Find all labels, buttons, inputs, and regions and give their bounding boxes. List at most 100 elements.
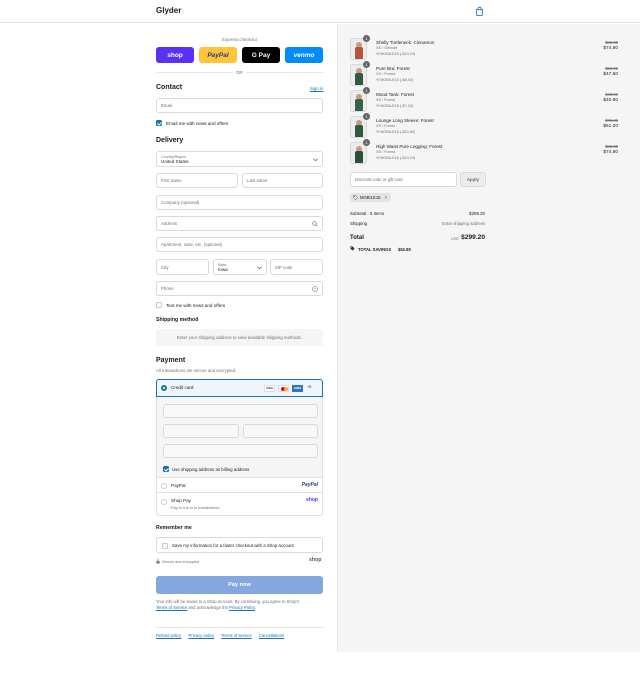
city-placeholder: City	[161, 264, 169, 270]
discount-code-input[interactable]: Discount code or gift card	[350, 172, 457, 187]
quantity-badge: 1	[363, 87, 370, 94]
product-variant: XS / Forest	[376, 98, 395, 102]
payment-heading: Payment	[156, 357, 186, 364]
footer-links: Refund policy Privacy policy Terms of se…	[156, 633, 290, 638]
phone-input[interactable]: Phone ?	[156, 281, 323, 296]
credit-card-option[interactable]: Credit card VISA AMEX +5	[156, 379, 323, 397]
search-icon	[312, 221, 318, 227]
terms-link[interactable]: Terms of Service	[156, 605, 187, 610]
paypal-option[interactable]: PayPal PayPal	[156, 477, 323, 493]
chevron-down-icon	[313, 158, 318, 162]
savings-tag-icon	[350, 246, 355, 251]
terms-of-service-link[interactable]: Terms of service	[221, 633, 251, 638]
legal-middle: and acknowledge the	[188, 605, 228, 611]
legal-notice: Your info will be saved to a Shop accoun…	[156, 599, 323, 612]
shop-pay-option[interactable]: Shop Pay Pay in full or in installments …	[156, 493, 323, 516]
help-icon[interactable]: ?	[312, 286, 318, 292]
state-select[interactable]: State Iowa	[213, 259, 267, 275]
phone-placeholder: Phone	[161, 286, 174, 291]
discounted-price: $74.80	[603, 150, 618, 155]
shop-pay-subtitle: Pay in full or in installments	[171, 505, 220, 510]
first-name-input[interactable]: First name	[156, 173, 238, 188]
subtotal-value: $299.20	[469, 211, 485, 216]
company-placeholder: Company (optional)	[161, 200, 200, 205]
address-placeholder: Address	[161, 221, 178, 226]
google-pay-button[interactable]: G Pay	[242, 47, 280, 63]
news-checkbox[interactable]	[156, 120, 162, 126]
discounted-price: $61.20	[603, 124, 618, 129]
delivery-heading: Delivery	[156, 137, 184, 144]
text-offers-checkbox[interactable]	[156, 302, 162, 308]
company-input[interactable]: Company (optional)	[156, 195, 323, 210]
sign-in-link[interactable]: Sign in	[310, 86, 323, 91]
paypal-logo: PayPal	[301, 482, 318, 488]
currency-label: USD	[451, 236, 459, 241]
brand-logo[interactable]: Glyder	[156, 6, 181, 15]
shop-pay-button[interactable]: shop	[156, 47, 194, 63]
apply-button[interactable]: Apply	[460, 172, 486, 187]
discounted-price: $47.60	[603, 72, 618, 77]
name-on-card-input[interactable]	[163, 444, 318, 458]
legal-end: .	[254, 605, 257, 611]
site-header: Glyder	[0, 0, 640, 23]
order-summary: 1 Shelly Turtleneck: Cinnamon XS / Gelinde…	[337, 24, 640, 652]
original-price: $88.00	[605, 40, 618, 45]
shipping-method-heading: Shipping method	[156, 317, 199, 323]
venmo-button[interactable]: venmo	[285, 47, 323, 63]
order-item: 1 High Waist Pure Legging: Forest XS / For…	[350, 139, 630, 166]
email-placeholder: Email	[161, 103, 172, 108]
credit-card-radio[interactable]	[161, 385, 167, 391]
email-input[interactable]: Email	[156, 98, 323, 113]
mastercard-icon	[278, 384, 289, 392]
order-item: 1 Pure Bra: Forest XS / Forest ⟲ MOBILE15 (…	[350, 61, 630, 88]
pay-now-button[interactable]: Pay now	[156, 576, 323, 594]
product-variant: XS / Forest	[376, 150, 395, 154]
product-variant: XS / Forest	[376, 72, 395, 76]
cancellations-link[interactable]: Cancellations	[259, 633, 284, 638]
last-name-input[interactable]: Last name	[242, 173, 323, 188]
shipping-method-notice: Enter your shipping address to view avai…	[156, 329, 323, 346]
total-label: Total	[350, 235, 364, 241]
privacy-policy-link[interactable]: Privacy policy	[189, 633, 215, 638]
privacy-link[interactable]: Privacy Policy	[229, 605, 255, 610]
expiration-input[interactable]	[163, 424, 239, 438]
security-code-input[interactable]	[243, 424, 318, 438]
zip-placeholder: ZIP code	[275, 264, 293, 270]
billing-address-checkbox[interactable]	[163, 466, 169, 472]
state-value: Iowa	[218, 266, 228, 272]
remember-me-box[interactable]: Save my information for a faster checkou…	[156, 537, 323, 553]
paypal-button[interactable]: PayPal	[199, 47, 237, 63]
product-variant: XS / Forest	[376, 124, 395, 128]
product-discount: ⟲ MOBILE15 (-$13.20)	[376, 156, 416, 160]
credit-card-label: Credit card	[171, 385, 194, 390]
city-input[interactable]: City	[156, 259, 209, 275]
country-select[interactable]: Country/Region United States	[156, 151, 323, 167]
shop-pay-radio[interactable]	[161, 499, 167, 505]
discount-code-label: MOBILE15	[360, 195, 381, 200]
remove-discount-icon[interactable]: ×	[384, 195, 387, 200]
refund-policy-link[interactable]: Refund policy	[156, 633, 181, 638]
paypal-radio[interactable]	[161, 482, 167, 489]
express-checkout-label: Express checkout	[222, 37, 257, 42]
shipping-method-message: Enter your shipping address to view avai…	[177, 335, 302, 340]
shopping-bag-icon[interactable]	[474, 6, 485, 17]
zip-input[interactable]: ZIP code	[270, 259, 323, 275]
svg-text:?: ?	[314, 287, 316, 291]
subtotal-label: Subtotal · 5 items	[350, 211, 385, 216]
product-discount: ⟲ MOBILE15 (-$10.80)	[376, 130, 416, 134]
product-name: Mood Tank: Forest	[376, 92, 414, 97]
card-number-input[interactable]	[163, 404, 318, 418]
news-label: Email me with news and offers	[166, 120, 229, 126]
visa-icon: VISA	[264, 384, 275, 392]
total-savings-value: $52.80	[398, 246, 411, 252]
apartment-input[interactable]: Apartment, suite, etc. (optional)	[156, 237, 323, 252]
shop-logo: shop	[309, 557, 322, 563]
address-input[interactable]: Address	[156, 216, 323, 231]
remember-me-checkbox[interactable]	[162, 542, 168, 549]
contact-heading: Contact	[156, 84, 183, 91]
total-value: $299.20	[461, 234, 485, 241]
original-price: $88.00	[605, 144, 618, 149]
legal-text: Your info will be saved to a Shop accoun…	[156, 599, 300, 604]
last-name-placeholder: Last name	[247, 178, 268, 183]
original-price: $48.00	[605, 92, 618, 97]
